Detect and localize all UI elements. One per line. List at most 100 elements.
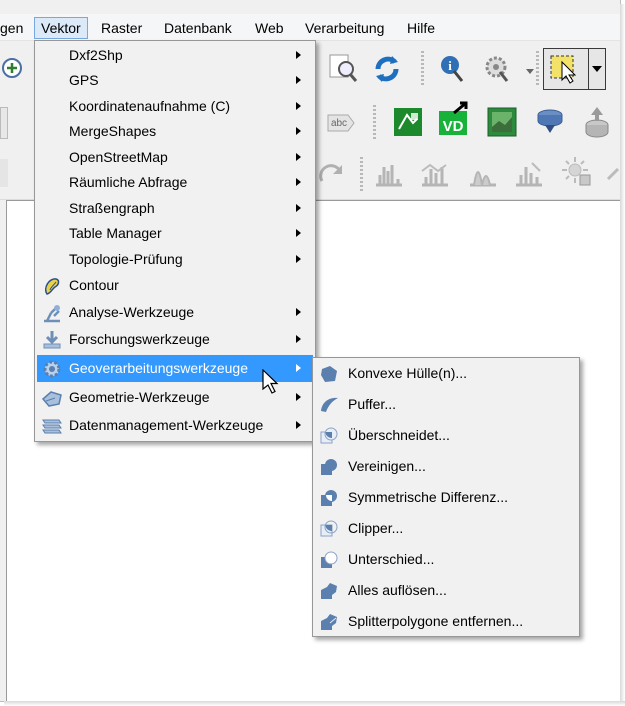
- submenu-arrow-icon: [296, 178, 301, 186]
- menu-item-label: Analyse-Werkzeuge: [69, 304, 195, 320]
- submenu-arrow-icon: [296, 364, 301, 372]
- submenu-arrow-icon: [296, 229, 301, 237]
- intersect-icon: [320, 427, 338, 444]
- geoprocessing-tools-icon: [43, 360, 61, 378]
- menu-item-contour[interactable]: Contour: [37, 273, 313, 298]
- refresh-icon[interactable]: [372, 53, 402, 85]
- submenu-item-symmetrische-differenz[interactable]: Symmetrische Differenz...: [315, 485, 577, 510]
- menu-item-gps[interactable]: GPS: [37, 68, 313, 93]
- menu-item-label: Contour: [69, 277, 119, 293]
- menubar-item-verarbeitung[interactable]: Verarbeitung: [299, 18, 390, 38]
- menu-item-label: Geometrie-Werkzeuge: [69, 389, 210, 405]
- toolbar-grip[interactable]: [373, 105, 376, 141]
- mesh-analysis-icon[interactable]: [372, 157, 406, 189]
- toolbar-grip[interactable]: [536, 51, 539, 87]
- menu-item-label: MergeShapes: [69, 123, 157, 139]
- submenu-item-ueberschneidet[interactable]: Überschneidet...: [315, 423, 577, 448]
- menu-item-label: Räumliche Abfrage: [69, 174, 188, 190]
- menu-item-label: Dxf2Shp: [69, 47, 123, 63]
- toolbar-grip[interactable]: [421, 51, 424, 87]
- menu-item-koordinatenaufnahme[interactable]: Koordinatenaufnahme (C): [37, 94, 313, 119]
- menu-item-label: Konvexe Hülle(n)...: [348, 365, 468, 381]
- submenu-item-clipper[interactable]: Clipper...: [315, 516, 577, 541]
- database-import-icon[interactable]: [582, 105, 612, 139]
- window-shadow: [4, 701, 625, 706]
- menu-item-label: Topologie-Prüfung: [69, 251, 183, 267]
- mouse-cursor-icon: [262, 369, 279, 394]
- menu-item-table-manager[interactable]: Table Manager: [37, 221, 313, 246]
- toolbar-overflow-icon[interactable]: [604, 157, 620, 187]
- add-layer-icon[interactable]: [0, 55, 24, 81]
- convex-hull-icon: [321, 366, 337, 382]
- geometry-tools-icon: [41, 391, 62, 407]
- menubar-item-web[interactable]: Web: [249, 18, 290, 38]
- submenu-arrow-icon: [296, 76, 301, 84]
- menu-item-analyse-werkzeuge[interactable]: Analyse-Werkzeuge: [37, 300, 313, 325]
- window-shadow: [620, 4, 625, 706]
- menu-item-openstreetmap[interactable]: OpenStreetMap: [37, 145, 313, 170]
- select-features-dropdown[interactable]: [588, 48, 606, 90]
- menubar-item-vektor[interactable]: Vektor: [34, 17, 88, 39]
- menubar-item-datenbank[interactable]: Datenbank: [158, 18, 238, 38]
- menu-item-label: Koordinatenaufnahme (C): [69, 98, 231, 114]
- contour-icon: [44, 278, 60, 295]
- submenu-arrow-icon: [296, 51, 301, 59]
- menu-item-label: Forschungswerkzeuge: [69, 331, 210, 347]
- elevation-tool-icon[interactable]: [512, 157, 546, 189]
- menubar-item-raster[interactable]: Raster: [95, 18, 148, 38]
- menu-item-label: Vereinigen...: [348, 458, 426, 474]
- run-feature-action-icon[interactable]: [483, 53, 513, 85]
- submenu-item-puffer[interactable]: Puffer...: [315, 392, 577, 417]
- menu-item-raeumliche-abfrage[interactable]: Räumliche Abfrage: [37, 170, 313, 195]
- menu-item-topologie-pruefung[interactable]: Topologie-Prüfung: [37, 247, 313, 272]
- menu-item-mergeshapes[interactable]: MergeShapes: [37, 119, 313, 144]
- submenu-arrow-icon: [296, 421, 301, 429]
- label-tool-icon[interactable]: abc: [326, 109, 356, 137]
- vd-plugin-icon[interactable]: VD: [438, 101, 470, 137]
- chevron-down-icon[interactable]: [526, 69, 534, 74]
- menu-item-strassengraph[interactable]: Straßengraph: [37, 196, 313, 221]
- database-export-icon[interactable]: [535, 107, 565, 137]
- menu-item-forschungswerkzeuge[interactable]: Forschungswerkzeuge: [37, 327, 313, 352]
- zoom-to-selection-icon[interactable]: [328, 53, 358, 85]
- union-icon: [321, 459, 337, 475]
- menu-item-label: Clipper...: [348, 520, 404, 536]
- menubar-item-plugins[interactable]: gen: [0, 18, 29, 38]
- submenu-item-konvexe-huelle[interactable]: Konvexe Hülle(n)...: [315, 361, 577, 386]
- redo-icon[interactable]: [318, 159, 348, 189]
- menu-item-label: Splitterpolygone entfernen...: [348, 613, 524, 629]
- menu-item-label: Datenmanagement-Werkzeuge: [69, 417, 264, 433]
- submenu-arrow-icon: [296, 102, 301, 110]
- menu-item-label: Table Manager: [69, 225, 162, 241]
- chevron-down-icon: [592, 66, 602, 72]
- toolbar-grip[interactable]: [360, 157, 363, 191]
- sun-shade-icon[interactable]: [560, 155, 594, 189]
- menu-item-label: GPS: [69, 72, 99, 88]
- menu-item-dxf2shp[interactable]: Dxf2Shp: [37, 43, 313, 68]
- toolbar-edge: [0, 107, 8, 139]
- eliminate-sliver-icon: [321, 614, 337, 630]
- submenu-item-unterschied[interactable]: Unterschied...: [315, 547, 577, 572]
- toolbar-edge: [0, 159, 8, 187]
- menu-item-label: Straßengraph: [69, 200, 155, 216]
- svg-text:i: i: [448, 58, 452, 73]
- histogram-icon[interactable]: [466, 157, 500, 189]
- dissolve-icon: [321, 583, 337, 599]
- profile-tool-icon[interactable]: [418, 157, 452, 189]
- menu-item-label: Puffer...: [348, 396, 396, 412]
- raster-map-icon[interactable]: [487, 107, 517, 137]
- menu-item-datenmanagement-werkzeuge[interactable]: Datenmanagement-Werkzeuge: [37, 413, 313, 438]
- submenu-arrow-icon: [296, 393, 301, 401]
- submenu-item-alles-aufloesen[interactable]: Alles auflösen...: [315, 578, 577, 603]
- select-features-button[interactable]: [543, 48, 589, 90]
- grass-plugin-icon[interactable]: [393, 107, 423, 137]
- geoprocessing-submenu: Konvexe Hülle(n)... Puffer... Überschnei…: [312, 357, 580, 637]
- submenu-arrow-icon: [296, 335, 301, 343]
- menu-item-label: Symmetrische Differenz...: [348, 489, 509, 505]
- submenu-item-splitterpolygone[interactable]: Splitterpolygone entfernen...: [315, 609, 577, 634]
- menu-item-label: Überschneidet...: [348, 427, 450, 443]
- symmetric-difference-icon: [321, 490, 337, 506]
- menubar-item-hilfe[interactable]: Hilfe: [401, 18, 441, 38]
- identify-features-icon[interactable]: i: [438, 53, 468, 85]
- submenu-item-vereinigen[interactable]: Vereinigen...: [315, 454, 577, 479]
